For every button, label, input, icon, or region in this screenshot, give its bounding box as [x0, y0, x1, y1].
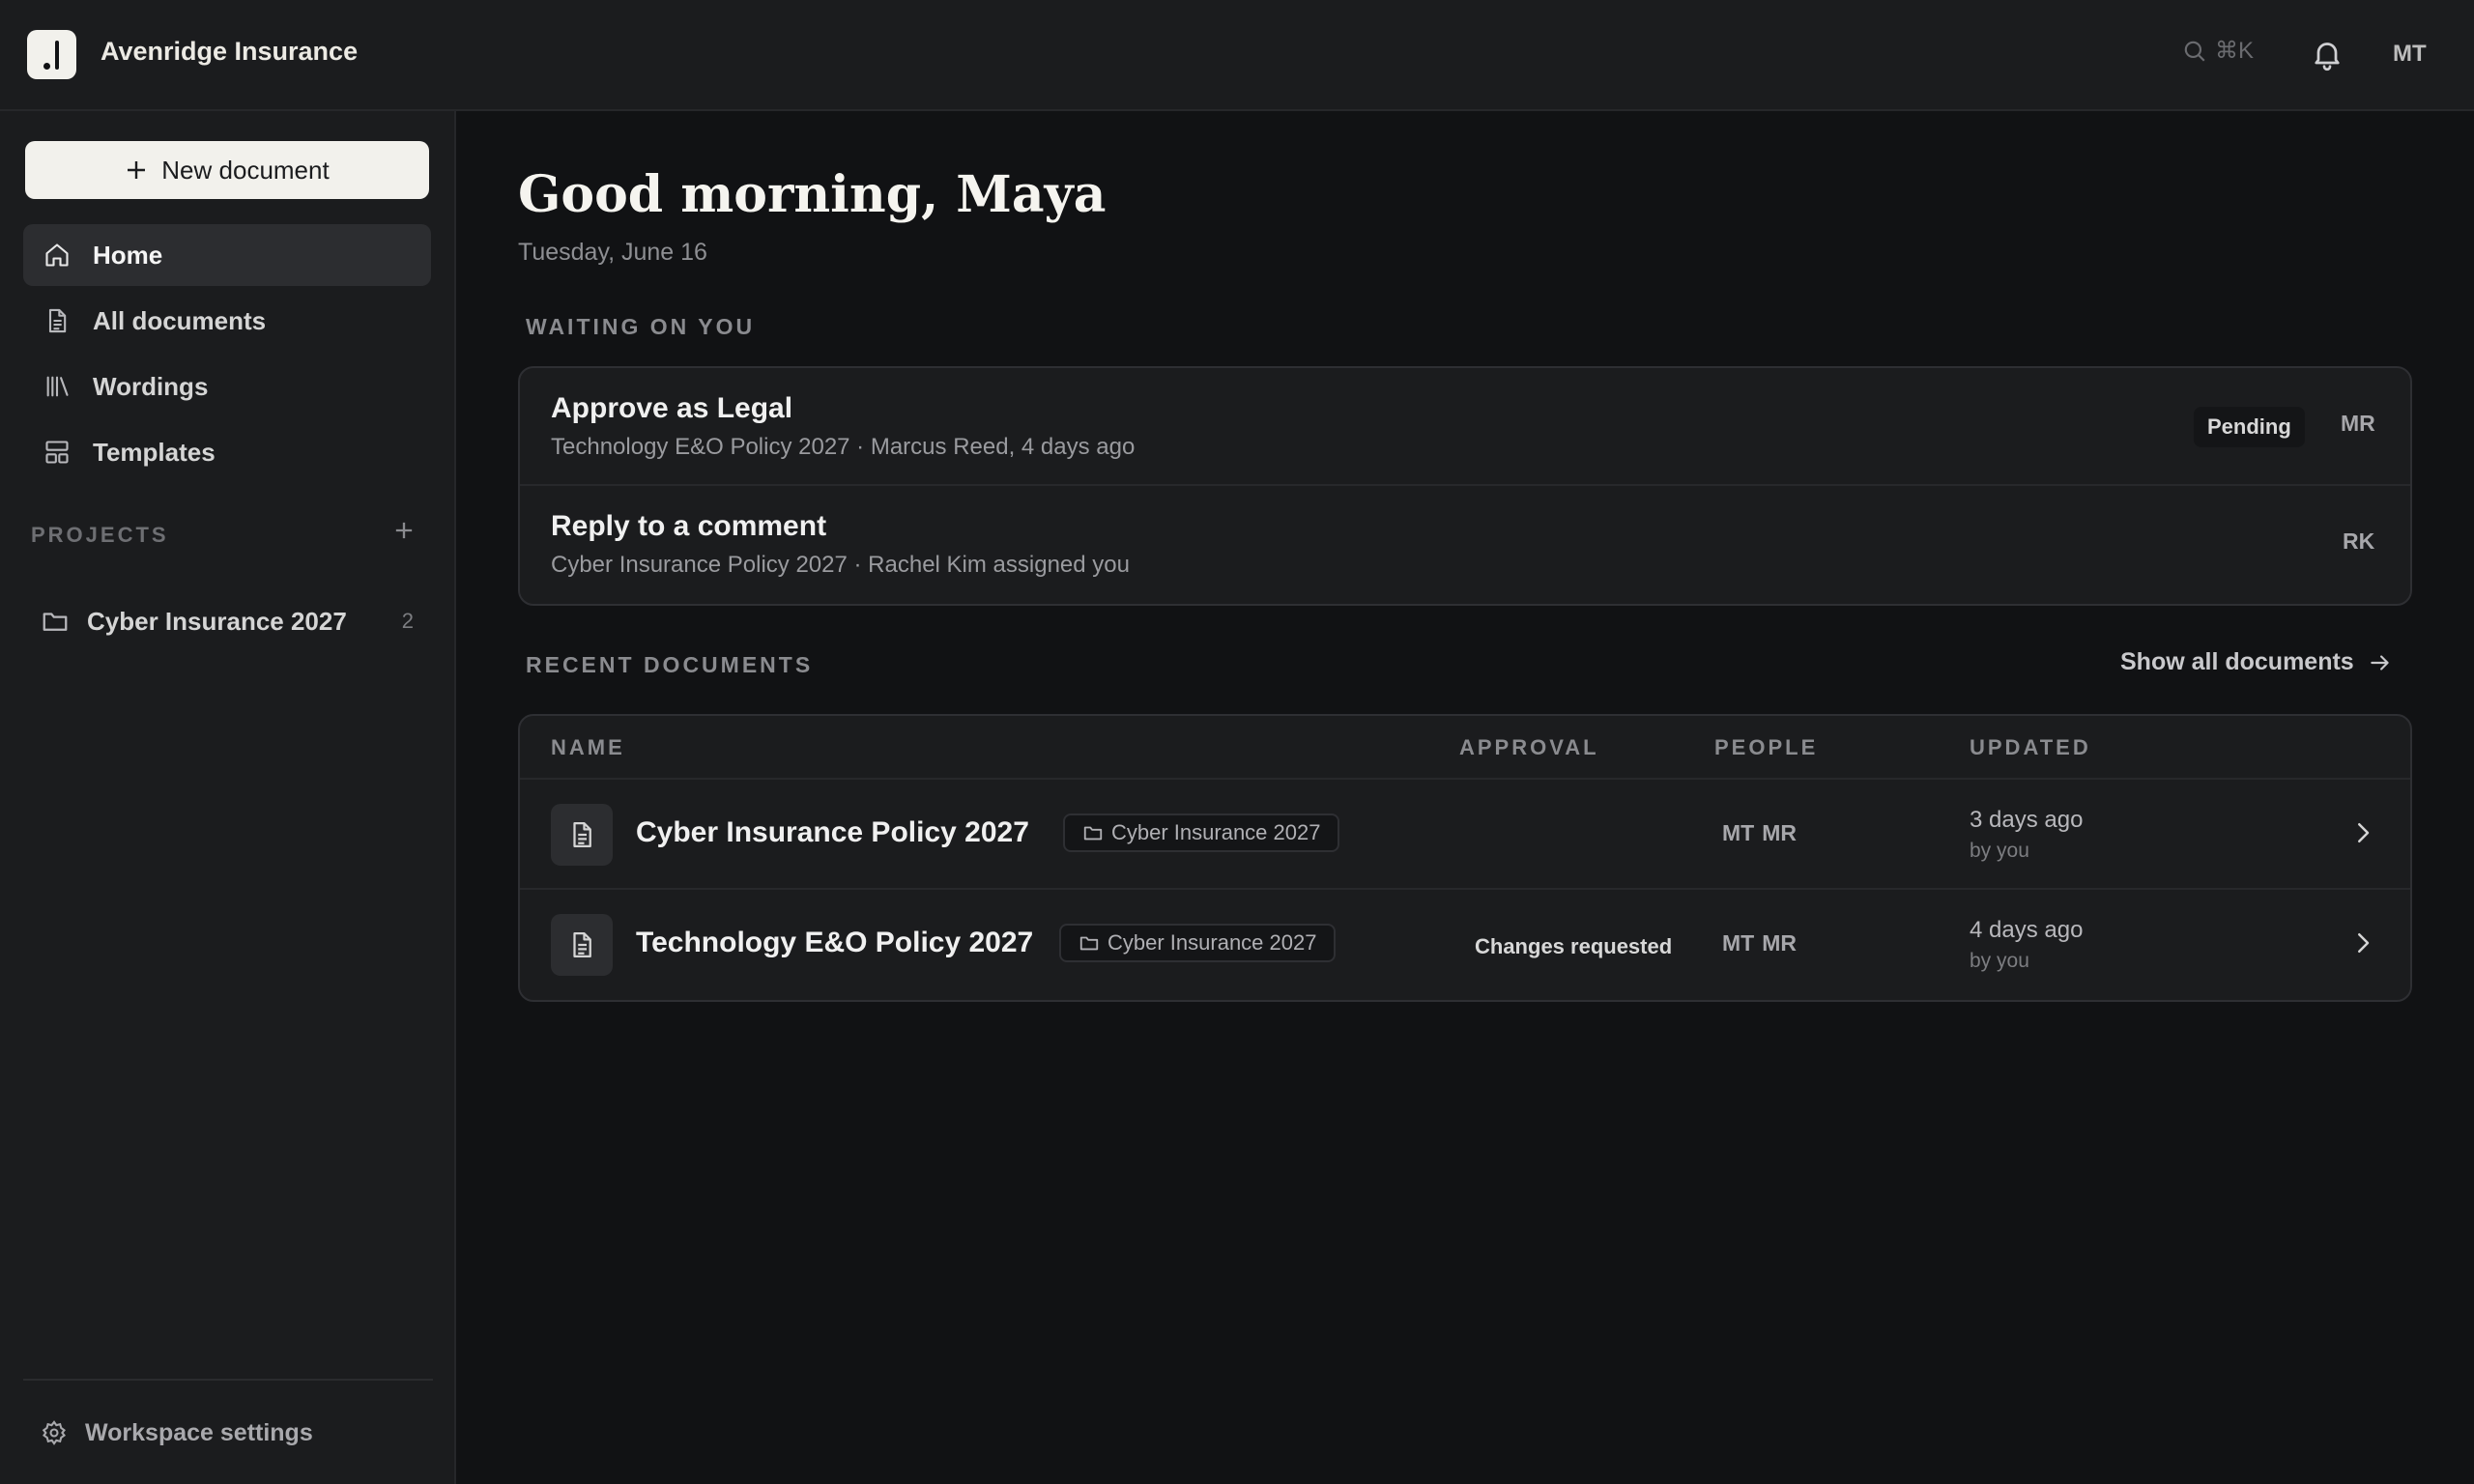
sidebar-project-cyber-insurance-2027[interactable]: Cyber Insurance 2027 2: [23, 594, 431, 648]
column-header-approval[interactable]: APPROVAL: [1459, 735, 1599, 760]
approval-status: Changes requested: [1475, 934, 1673, 958]
recent-section-heading: RECENT DOCUMENTS: [526, 652, 814, 677]
table-header: NAME APPROVAL PEOPLE UPDATED: [520, 716, 2410, 780]
task-item[interactable]: Reply to a comment Cyber Insurance Polic…: [520, 486, 2410, 604]
waiting-section-heading: WAITING ON YOU: [526, 314, 756, 339]
document-icon: [551, 804, 613, 866]
projects-heading: PROJECTS: [31, 523, 169, 547]
search-icon: [2184, 41, 2205, 62]
page-title: Good morning, Maya: [518, 165, 1107, 224]
sidebar-item-label: Wordings: [93, 371, 209, 401]
workspace-settings-button[interactable]: Workspace settings: [23, 1406, 431, 1460]
sidebar-item-templates[interactable]: Templates: [23, 421, 431, 483]
folder-icon: [41, 607, 70, 636]
gear-icon: [41, 1419, 68, 1446]
avatar: MR: [1762, 820, 1797, 845]
sidebar-item-wordings[interactable]: Wordings: [23, 356, 431, 417]
folder-icon: [1083, 826, 1103, 841]
plus-icon: [395, 522, 413, 539]
notifications-button[interactable]: [2310, 37, 2345, 76]
current-date: Tuesday, June 16: [518, 239, 707, 266]
settings-label: Workspace settings: [85, 1418, 313, 1446]
updated-by: by you: [1970, 840, 2029, 862]
templates-icon: [41, 436, 73, 469]
status-badge: Pending: [2194, 407, 2305, 447]
arrow-right-icon: [2370, 654, 2389, 671]
home-icon: [41, 239, 73, 271]
chevron-right-icon[interactable]: [2348, 818, 2377, 852]
project-tag[interactable]: Cyber Insurance 2027: [1059, 924, 1337, 962]
task-title: Reply to a comment: [551, 510, 827, 542]
document-icon: [551, 914, 613, 976]
avatar: MT: [1722, 820, 1755, 845]
table-row[interactable]: Cyber Insurance Policy 2027 Cyber Insura…: [520, 780, 2410, 890]
recent-documents-table: NAME APPROVAL PEOPLE UPDATED Cyber Insur…: [518, 714, 2412, 1002]
document-name[interactable]: Cyber Insurance Policy 2027: [636, 816, 1029, 849]
chevron-right-icon[interactable]: [2348, 928, 2377, 962]
avatar: MR: [2341, 411, 2375, 436]
show-all-documents-link[interactable]: Show all documents: [2120, 648, 2393, 676]
column-header-name[interactable]: NAME: [551, 735, 625, 760]
updated-by: by you: [1970, 950, 2029, 972]
search-shortcut: ⌘K: [2215, 38, 2255, 64]
bell-icon: [2315, 43, 2340, 71]
search-button[interactable]: ⌘K: [2182, 37, 2254, 65]
sidebar-divider: [23, 1379, 433, 1381]
sidebar-item-label: All documents: [93, 305, 267, 335]
task-item[interactable]: Approve as Legal Technology E&O Policy 2…: [520, 368, 2410, 486]
add-project-button[interactable]: [390, 517, 417, 549]
document-name[interactable]: Technology E&O Policy 2027: [636, 927, 1033, 959]
project-tag-label: Cyber Insurance 2027: [1111, 820, 1321, 844]
folder-icon: [1079, 936, 1099, 951]
workspace-name[interactable]: Avenridge Insurance: [101, 37, 358, 67]
main-content: Good morning, Maya Tuesday, June 16 WAIT…: [458, 111, 2474, 1484]
show-all-label: Show all documents: [2120, 648, 2354, 675]
project-tag-label: Cyber Insurance 2027: [1108, 930, 1317, 955]
updated-time: 3 days ago: [1970, 807, 2084, 833]
sidebar-item-label: Templates: [93, 437, 216, 467]
project-count: 2: [401, 609, 414, 633]
new-document-label: New document: [161, 155, 330, 185]
people-list: MT MR: [1722, 820, 1797, 846]
sidebar-item-home[interactable]: Home: [23, 224, 431, 286]
avatar: MT: [1722, 930, 1755, 956]
column-header-updated[interactable]: UPDATED: [1970, 735, 2091, 760]
task-subtitle: Cyber Insurance Policy 2027 · Rachel Kim…: [551, 552, 1130, 578]
avatar: RK: [2343, 528, 2375, 554]
sidebar-item-all-documents[interactable]: All documents: [23, 290, 431, 352]
column-header-people[interactable]: PEOPLE: [1714, 735, 1818, 760]
sidebar-item-label: Home: [93, 240, 163, 270]
waiting-tasks-card: Approve as Legal Technology E&O Policy 2…: [518, 366, 2412, 606]
task-subtitle: Technology E&O Policy 2027 · Marcus Reed…: [551, 434, 1136, 460]
logo[interactable]: [27, 30, 76, 79]
task-title: Approve as Legal: [551, 392, 793, 424]
new-document-button[interactable]: New document: [25, 141, 429, 199]
plus-icon: [128, 161, 146, 179]
project-tag[interactable]: Cyber Insurance 2027: [1063, 813, 1340, 852]
library-icon: [41, 370, 73, 403]
document-icon: [41, 304, 73, 337]
user-avatar[interactable]: MT: [2393, 41, 2427, 68]
project-name: Cyber Insurance 2027: [87, 606, 347, 636]
table-row[interactable]: Technology E&O Policy 2027 Cyber Insuran…: [520, 890, 2410, 1000]
top-bar: Avenridge Insurance ⌘K MT: [0, 0, 2474, 111]
updated-time: 4 days ago: [1970, 917, 2084, 943]
people-list: MT MR: [1722, 930, 1797, 956]
sidebar: New document Home All documents Wordings…: [0, 111, 456, 1484]
avatar: MR: [1762, 930, 1797, 956]
